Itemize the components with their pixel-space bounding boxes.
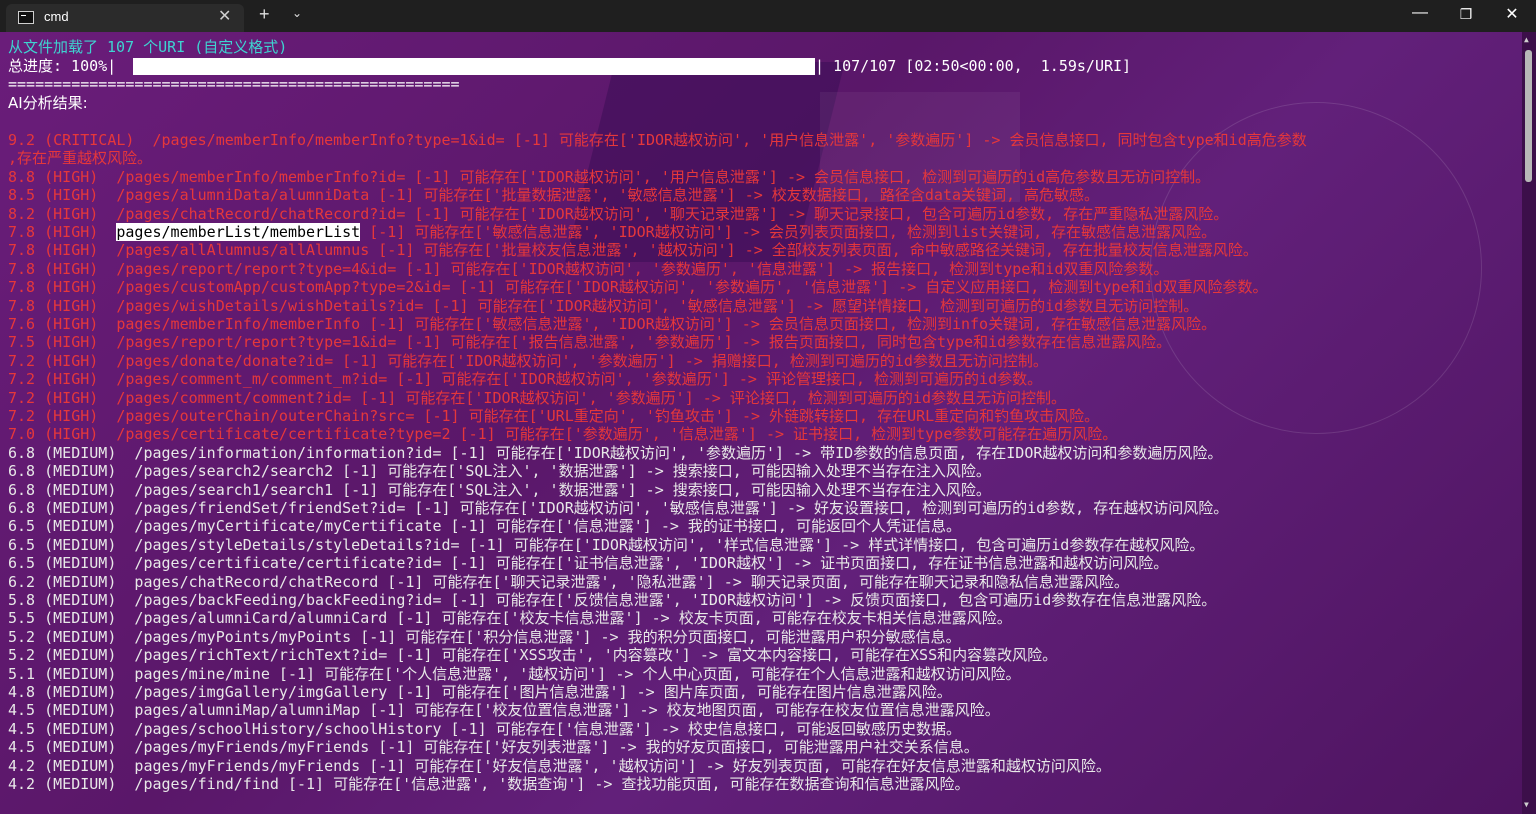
result-line: 4.2 (MEDIUM) /pages/find/find [-1] 可能存在[…: [8, 775, 970, 793]
result-text: 6.5 (MEDIUM) /pages/certificate/certific…: [8, 554, 1169, 573]
result-line: 6.5 (MEDIUM) /pages/certificate/certific…: [8, 554, 1168, 572]
result-line: 7.8 (HIGH) /pages/report/report?type=4&i…: [8, 260, 1168, 278]
close-tab-icon[interactable]: ✕: [218, 6, 231, 26]
title-bar: cmd ✕ + ⌄ — ❐ ✕: [0, 0, 1536, 32]
result-text: 7.6 (HIGH) pages/memberInfo/memberInfo […: [8, 315, 1217, 333]
result-text: 4.2 (MEDIUM) pages/myFriends/myFriends […: [8, 756, 1111, 775]
result-text: 7.8 (HIGH) /pages/wishDetails/wishDetail…: [8, 296, 1199, 315]
loaded-line: 从文件加载了 107 个URI (自定义格式): [8, 38, 288, 56]
result-text: 7.8 (HIGH) /pages/customApp/customApp?ty…: [8, 278, 1268, 297]
result-text: [-1] 可能存在['敏感信息泄露', 'IDOR越权访问'] -> 会员列表页…: [360, 223, 1217, 241]
progress-label: 总进度: 100%|: [8, 57, 117, 75]
result-text: 6.8 (MEDIUM) /pages/information/informat…: [8, 443, 1223, 462]
result-text: 7.8 (HIGH): [8, 223, 117, 241]
result-line: 7.2 (HIGH) /pages/comment_m/comment_m?id…: [8, 370, 1042, 388]
result-text: 6.5 (MEDIUM) /pages/styleDetails/styleDe…: [8, 535, 1205, 554]
result-line: 6.8 (MEDIUM) /pages/search2/search2 [-1]…: [8, 462, 991, 480]
result-line: 6.2 (MEDIUM) pages/chatRecord/chatRecord…: [8, 573, 1129, 591]
result-text: 5.5 (MEDIUM) /pages/alumniCard/alumniCar…: [8, 609, 1012, 628]
result-line: 7.8 (HIGH) /pages/allAlumnus/allAlumnus …: [8, 241, 1258, 259]
result-line: 7.5 (HIGH) /pages/report/report?type=1&i…: [8, 333, 1171, 351]
result-line: 6.8 (MEDIUM) /pages/friendSet/friendSet?…: [8, 499, 1228, 517]
result-line: 4.5 (MEDIUM) pages/alumniMap/alumniMap […: [8, 701, 1000, 719]
new-tab-button[interactable]: +: [259, 4, 270, 25]
ai-header: AI分析结果:: [8, 94, 88, 112]
minimize-button[interactable]: —: [1397, 4, 1443, 22]
result-text: 4.5 (MEDIUM) /pages/schoolHistory/school…: [8, 719, 961, 738]
result-line: 7.8 (HIGH) pages/memberList/memberList […: [8, 223, 1216, 241]
result-line: 5.8 (MEDIUM) /pages/backFeeding/backFeed…: [8, 591, 1216, 609]
scroll-up-icon[interactable]: ▲: [1524, 35, 1529, 44]
result-text: 6.8 (MEDIUM) /pages/search2/search2 [-1]…: [8, 462, 991, 481]
result-line: 5.1 (MEDIUM) pages/mine/mine [-1] 可能存在['…: [8, 665, 1021, 683]
result-line: 5.5 (MEDIUM) /pages/alumniCard/alumniCar…: [8, 609, 1012, 627]
tab-dropdown-icon[interactable]: ⌄: [292, 6, 302, 20]
result-line: 6.5 (MEDIUM) /pages/styleDetails/styleDe…: [8, 536, 1204, 554]
result-line: 8.8 (HIGH) /pages/memberInfo/memberInfo?…: [8, 168, 1210, 186]
result-text: 8.2 (HIGH) /pages/chatRecord/chatRecord?…: [8, 204, 1229, 223]
result-text: 6.5 (MEDIUM) /pages/myCertificate/myCert…: [8, 517, 961, 536]
result-text: 7.8 (HIGH) /pages/allAlumnus/allAlumnus …: [8, 241, 1258, 260]
separator: ========================================…: [8, 75, 460, 93]
result-text: 6.8 (MEDIUM) /pages/search1/search1 [-1]…: [8, 480, 991, 499]
result-text: 7.2 (HIGH) /pages/donate/donate?id= [-1]…: [8, 351, 1048, 370]
result-text: 5.2 (MEDIUM) /pages/richText/richText?id…: [8, 646, 1058, 665]
result-text: 6.8 (MEDIUM) /pages/friendSet/friendSet?…: [8, 499, 1229, 517]
result-text: 7.0 (HIGH) /pages/certificate/certificat…: [8, 425, 1118, 444]
result-line: 7.2 (HIGH) /pages/comment/comment?id= [-…: [8, 389, 1066, 407]
result-text: 8.8 (HIGH) /pages/memberInfo/memberInfo?…: [8, 167, 1211, 186]
result-text: 6.2 (MEDIUM) pages/chatRecord/chatRecord…: [8, 572, 1129, 591]
background-image: [1150, 102, 1482, 434]
result-text: 7.2 (HIGH) /pages/comment_m/comment_m?id…: [8, 370, 1043, 389]
selected-text: pages/memberList/memberList: [116, 223, 361, 241]
result-text: 9.2 (CRITICAL) /pages/memberInfo/memberI…: [8, 131, 1307, 149]
result-line: 4.5 (MEDIUM) /pages/schoolHistory/school…: [8, 720, 961, 738]
result-line: 7.0 (HIGH) /pages/certificate/certificat…: [8, 425, 1117, 443]
result-line: 7.8 (HIGH) /pages/customApp/customApp?ty…: [8, 278, 1268, 296]
scroll-down-icon[interactable]: ▼: [1524, 800, 1529, 809]
result-line: 7.2 (HIGH) /pages/donate/donate?id= [-1]…: [8, 352, 1048, 370]
result-text: 8.5 (HIGH) /pages/alumniData/alumniData …: [8, 186, 1100, 205]
tab-title: cmd: [44, 9, 69, 24]
result-line: 6.8 (MEDIUM) /pages/information/informat…: [8, 444, 1222, 462]
result-text: 7.5 (HIGH) /pages/report/report?type=1&i…: [8, 333, 1172, 352]
result-text: 7.2 (HIGH) /pages/outerChain/outerChain?…: [8, 407, 1100, 425]
result-text: 7.2 (HIGH) /pages/comment/comment?id= [-…: [8, 388, 1066, 407]
result-line: 4.2 (MEDIUM) pages/myFriends/myFriends […: [8, 757, 1111, 775]
result-text: 5.1 (MEDIUM) pages/mine/mine [-1] 可能存在['…: [8, 664, 1021, 683]
result-line: 5.2 (MEDIUM) /pages/richText/richText?id…: [8, 646, 1057, 664]
result-text: 5.2 (MEDIUM) /pages/myPoints/myPoints [-…: [8, 627, 961, 646]
result-line: ,存在严重越权风险。: [8, 149, 152, 167]
result-line: 7.2 (HIGH) /pages/outerChain/outerChain?…: [8, 407, 1099, 425]
tab-cmd[interactable]: cmd ✕: [6, 4, 244, 32]
result-line: 4.5 (MEDIUM) /pages/myFriends/myFriends …: [8, 738, 979, 756]
result-text: 5.8 (MEDIUM) /pages/backFeeding/backFeed…: [8, 591, 1217, 609]
scrollbar-thumb[interactable]: [1525, 50, 1532, 182]
result-text: 4.8 (MEDIUM) /pages/imgGallery/imgGaller…: [8, 683, 952, 701]
result-text: 4.5 (MEDIUM) pages/alumniMap/alumniMap […: [8, 701, 1000, 720]
result-line: 6.5 (MEDIUM) /pages/myCertificate/myCert…: [8, 517, 961, 535]
result-line: 9.2 (CRITICAL) /pages/memberInfo/memberI…: [8, 131, 1307, 149]
result-line: 4.8 (MEDIUM) /pages/imgGallery/imgGaller…: [8, 683, 952, 701]
result-text: ,存在严重越权风险。: [8, 149, 153, 168]
result-line: 6.8 (MEDIUM) /pages/search1/search1 [-1]…: [8, 481, 991, 499]
result-line: 7.6 (HIGH) pages/memberInfo/memberInfo […: [8, 315, 1216, 333]
close-window-button[interactable]: ✕: [1489, 4, 1535, 24]
progress-bar: [133, 58, 815, 75]
progress-tail: | 107/107 [02:50<00:00, 1.59s/URI]: [815, 57, 1132, 75]
result-line: 5.2 (MEDIUM) /pages/myPoints/myPoints [-…: [8, 628, 961, 646]
result-text: 4.5 (MEDIUM) /pages/myFriends/myFriends …: [8, 738, 979, 757]
maximize-button[interactable]: ❐: [1443, 6, 1489, 23]
result-line: 7.8 (HIGH) /pages/wishDetails/wishDetail…: [8, 297, 1198, 315]
result-line: 8.2 (HIGH) /pages/chatRecord/chatRecord?…: [8, 205, 1228, 223]
result-text: 7.8 (HIGH) /pages/report/report?type=4&i…: [8, 259, 1169, 278]
result-text: 4.2 (MEDIUM) /pages/find/find [-1] 可能存在[…: [8, 775, 970, 793]
result-line: 8.5 (HIGH) /pages/alumniData/alumniData …: [8, 186, 1099, 204]
terminal-icon: [18, 11, 34, 24]
